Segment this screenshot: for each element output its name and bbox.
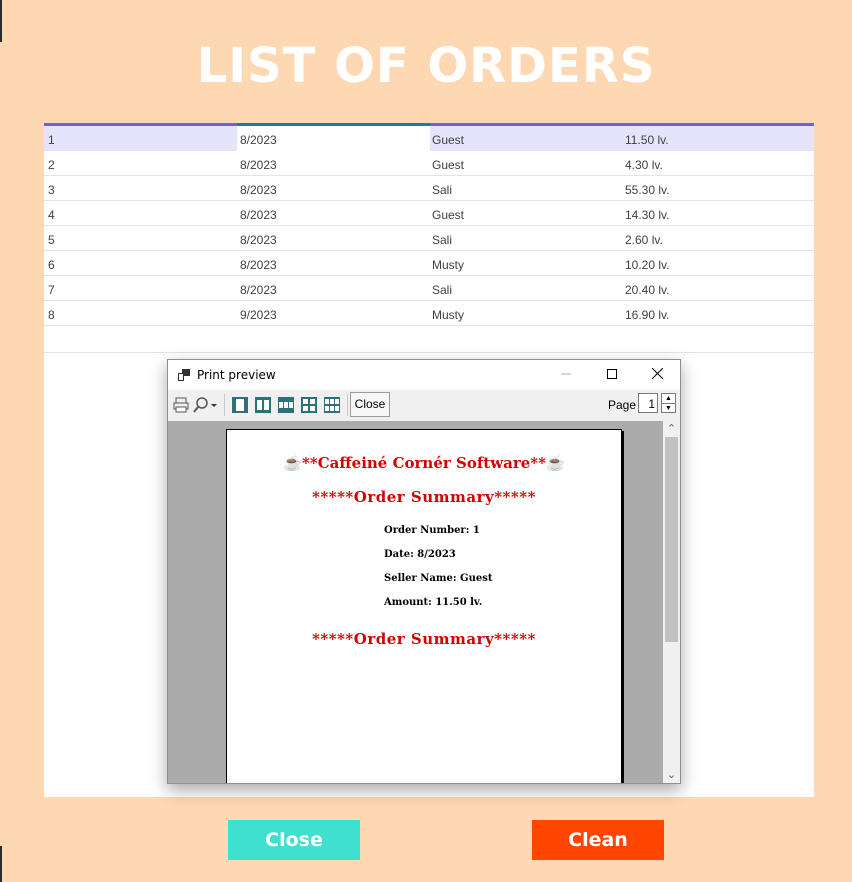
- order-number-cell[interactable]: 4: [48, 208, 55, 222]
- seller-cell[interactable]: Sali: [432, 183, 452, 197]
- minimize-button[interactable]: [543, 360, 589, 390]
- amount-cell[interactable]: 16.90 lv.: [625, 308, 669, 322]
- seller-cell[interactable]: Musty: [432, 308, 464, 322]
- order-number-cell[interactable]: 3: [48, 183, 55, 197]
- amount-cell[interactable]: 55.30 lv.: [625, 183, 669, 197]
- page-title: LIST OF ORDERS: [196, 38, 656, 94]
- seller-cell[interactable]: Sali: [432, 283, 452, 297]
- seller-cell[interactable]: Guest: [432, 208, 464, 222]
- date-cell[interactable]: 9/2023: [240, 308, 277, 322]
- clean-button[interactable]: Clean: [532, 820, 664, 860]
- zoom-icon[interactable]: [192, 396, 218, 414]
- table-row[interactable]: 6 8/2023 Musty 10.20 lv.: [44, 251, 814, 276]
- four-pages-icon[interactable]: [300, 396, 318, 414]
- spin-up-icon[interactable]: ▲: [662, 394, 675, 403]
- amount-cell[interactable]: 11.50 lv.: [625, 133, 669, 147]
- table-row[interactable]: 5 8/2023 Sali 2.60 lv.: [44, 226, 814, 251]
- order-number-cell[interactable]: 7: [48, 283, 55, 297]
- date-cell[interactable]: 8/2023: [240, 258, 277, 272]
- table-row[interactable]: 3 8/2023 Sali 55.30 lv.: [44, 176, 814, 201]
- amount-cell[interactable]: 2.60 lv.: [625, 233, 663, 247]
- seller-cell[interactable]: Musty: [432, 258, 464, 272]
- order-number-cell[interactable]: 6: [48, 258, 55, 272]
- receipt-header: ☕**Caffeiné Cornér Software**☕: [283, 454, 565, 472]
- receipt-section-title: *****Order Summary*****: [312, 488, 536, 506]
- maximize-button[interactable]: [589, 360, 635, 390]
- amount-cell[interactable]: 4.30 lv.: [625, 158, 663, 172]
- preview-vertical-scrollbar[interactable]: ⌃ ⌄: [663, 421, 680, 783]
- close-icon: [651, 367, 663, 380]
- print-preview-app-icon: [178, 369, 190, 381]
- date-cell[interactable]: 8/2023: [240, 233, 277, 247]
- amount-cell[interactable]: 14.30 lv.: [625, 208, 669, 222]
- print-preview-window[interactable]: Print preview Close Page 1 ▲ ▼ ☕**Caffei…: [167, 359, 681, 784]
- print-preview-toolbar: Close Page 1 ▲ ▼: [168, 390, 680, 420]
- table-row[interactable]: 2 8/2023 Guest 4.30 lv.: [44, 151, 814, 176]
- window-edge-marker: [0, 846, 2, 882]
- table-row[interactable]: 8 9/2023 Musty 16.90 lv.: [44, 301, 814, 326]
- seller-cell[interactable]: Guest: [432, 158, 464, 172]
- table-row[interactable]: 4 8/2023 Guest 14.30 lv.: [44, 201, 814, 226]
- receipt-footer-title: *****Order Summary*****: [312, 630, 536, 648]
- two-pages-icon[interactable]: [254, 396, 272, 414]
- spin-down-icon[interactable]: ▼: [662, 403, 675, 413]
- receipt-date: Date: 8/2023: [384, 549, 456, 560]
- date-cell[interactable]: 8/2023: [240, 283, 277, 297]
- receipt-seller: Seller Name: Guest: [384, 573, 493, 584]
- date-cell[interactable]: 8/2023: [240, 133, 277, 147]
- minimize-icon: [561, 373, 571, 375]
- print-preview-title: Print preview: [197, 368, 276, 382]
- window-edge-marker: [0, 0, 2, 42]
- order-number-cell[interactable]: 5: [48, 233, 55, 247]
- page-spinner[interactable]: ▲ ▼: [661, 393, 676, 413]
- receipt-order-number: Order Number: 1: [384, 525, 480, 536]
- seller-cell[interactable]: Sali: [432, 233, 452, 247]
- page-number-input[interactable]: 1: [638, 393, 658, 413]
- date-cell[interactable]: 8/2023: [240, 183, 277, 197]
- preview-canvas[interactable]: ☕**Caffeiné Cornér Software**☕ *****Orde…: [168, 421, 663, 783]
- three-pages-icon[interactable]: [277, 396, 295, 414]
- page-label: Page: [608, 398, 637, 412]
- table-row[interactable]: 1 8/2023 Guest 11.50 lv.: [44, 126, 814, 151]
- toolbar-separator: [347, 394, 348, 416]
- table-row[interactable]: 7 8/2023 Sali 20.40 lv.: [44, 276, 814, 301]
- scroll-thumb[interactable]: [665, 437, 678, 642]
- maximize-icon: [607, 369, 617, 379]
- grid-empty-row[interactable]: [44, 328, 814, 353]
- toolbar-separator: [224, 394, 225, 416]
- order-number-cell[interactable]: 1: [48, 133, 55, 147]
- order-number-cell[interactable]: 2: [48, 158, 55, 172]
- receipt-amount: Amount: 11.50 lv.: [384, 597, 483, 608]
- print-icon[interactable]: [172, 396, 190, 414]
- date-cell[interactable]: 8/2023: [240, 158, 277, 172]
- scroll-up-icon[interactable]: ⌃: [663, 421, 680, 437]
- preview-page: ☕**Caffeiné Cornér Software**☕ *****Orde…: [226, 429, 622, 783]
- six-pages-icon[interactable]: [323, 396, 341, 414]
- date-cell[interactable]: 8/2023: [240, 208, 277, 222]
- preview-close-button[interactable]: Close: [350, 392, 390, 417]
- close-window-button[interactable]: [634, 360, 680, 390]
- seller-cell[interactable]: Guest: [432, 133, 464, 147]
- close-button[interactable]: Close: [228, 820, 360, 860]
- amount-cell[interactable]: 20.40 lv.: [625, 283, 669, 297]
- order-number-cell[interactable]: 8: [48, 308, 55, 322]
- print-preview-titlebar[interactable]: Print preview: [168, 360, 680, 390]
- one-page-icon[interactable]: [231, 396, 249, 414]
- scroll-down-icon[interactable]: ⌄: [663, 767, 680, 783]
- amount-cell[interactable]: 10.20 lv.: [625, 258, 669, 272]
